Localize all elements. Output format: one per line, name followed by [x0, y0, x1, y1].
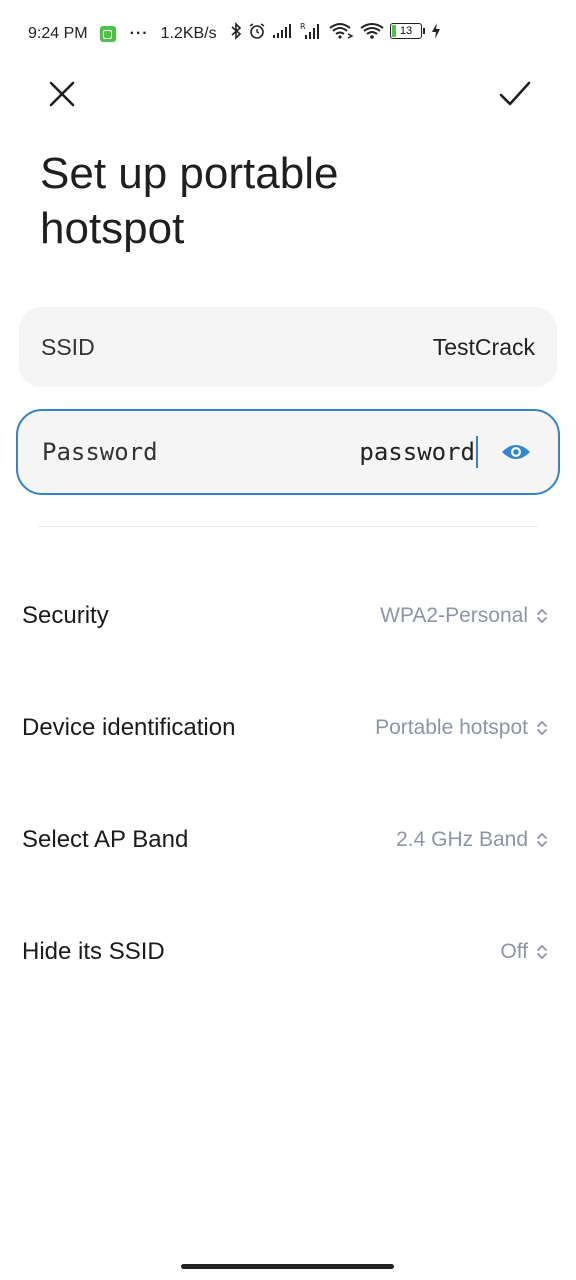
more-notifications-icon: ··· [129, 25, 149, 42]
chevron-up-down-icon [536, 719, 548, 737]
network-speed: 1.2KB/s [160, 25, 217, 42]
chevron-up-down-icon [536, 943, 548, 961]
svg-text:R: R [300, 22, 306, 31]
eye-icon [502, 445, 530, 459]
show-password-button[interactable] [498, 434, 534, 470]
ap-band-row[interactable]: Select AP Band 2.4 GHz Band [0, 800, 576, 880]
hide-ssid-row[interactable]: Hide its SSID Off [0, 912, 576, 992]
text-cursor [476, 436, 478, 468]
password-label: Password [42, 438, 158, 466]
close-icon [49, 81, 75, 107]
wifi-icon [360, 23, 384, 39]
password-field[interactable]: Password password [16, 409, 560, 495]
hide-ssid-value: Off [500, 940, 528, 963]
close-button[interactable] [42, 74, 82, 114]
home-indicator[interactable] [181, 1264, 394, 1269]
battery-icon: 13 [390, 23, 425, 39]
hotspot-setup-screen: 9:24 PM ··· 1.2KB/s R 13 Set up portable… [0, 0, 576, 1280]
check-icon [499, 81, 531, 106]
password-value: password [359, 438, 475, 466]
confirm-button[interactable] [494, 74, 536, 114]
signal-icon [273, 24, 291, 38]
security-row[interactable]: Security WPA2-Personal [0, 576, 576, 656]
app-notification-icon [99, 26, 116, 42]
chevron-up-down-icon [536, 831, 548, 849]
hide-ssid-label: Hide its SSID [22, 938, 165, 965]
ap-band-label: Select AP Band [22, 826, 189, 853]
chevron-up-down-icon [536, 607, 548, 625]
password-input[interactable]: password [359, 436, 478, 468]
security-value: WPA2-Personal [380, 604, 528, 627]
bluetooth-icon [231, 22, 242, 40]
signal-roaming-icon: R [300, 22, 319, 39]
divider [38, 526, 538, 527]
charging-icon [432, 23, 440, 39]
status-time: 9:24 PM [28, 25, 88, 42]
device-identification-value: Portable hotspot [375, 716, 528, 739]
device-identification-row[interactable]: Device identification Portable hotspot [0, 688, 576, 768]
ssid-value[interactable]: TestCrack [433, 334, 535, 361]
alarm-icon [249, 23, 265, 39]
ap-band-value: 2.4 GHz Band [396, 828, 528, 851]
device-identification-label: Device identification [22, 714, 236, 741]
wifi-hotspot-icon [329, 23, 354, 39]
security-label: Security [22, 602, 109, 629]
page-title: Set up portable hotspot [40, 149, 339, 253]
ssid-field[interactable]: SSID TestCrack [19, 307, 557, 387]
battery-level: 13 [399, 25, 413, 37]
ssid-label: SSID [41, 333, 95, 360]
status-icons: R 13 [230, 22, 441, 40]
